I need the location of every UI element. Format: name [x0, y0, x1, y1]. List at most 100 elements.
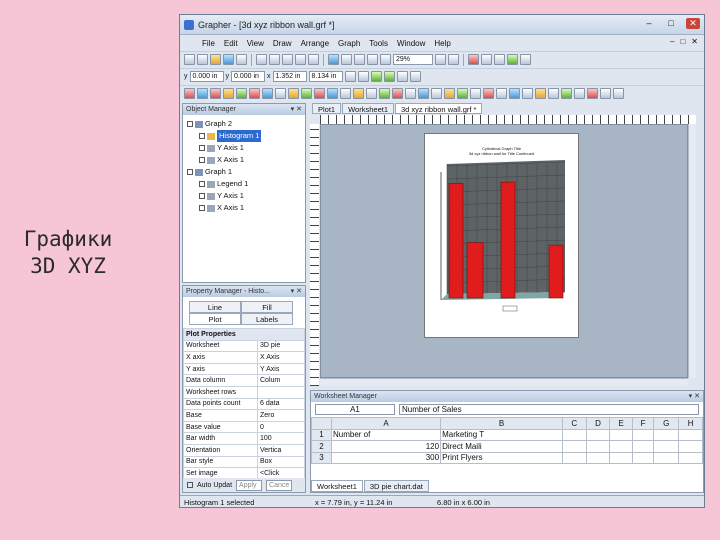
- radar-icon[interactable]: [392, 88, 403, 99]
- property-manager-close-icon[interactable]: ▾ ✕: [291, 286, 302, 297]
- property-row[interactable]: Worksheet 3D pie: [183, 339, 305, 353]
- grid-icon[interactable]: [481, 54, 492, 65]
- symbol-icon[interactable]: [574, 88, 585, 99]
- worksheet-cell[interactable]: Direct Maili: [440, 440, 563, 453]
- menu-arrange[interactable]: Arrange: [301, 39, 329, 48]
- property-value[interactable]: Zero: [257, 409, 305, 422]
- worksheet-cell[interactable]: [561, 440, 587, 453]
- tree-item[interactable]: Histogram 1: [187, 130, 301, 142]
- worksheet-cell[interactable]: [631, 428, 655, 441]
- worksheet-cell[interactable]: [585, 440, 611, 453]
- polar-plot-icon[interactable]: [262, 88, 273, 99]
- column-header[interactable]: A: [330, 417, 442, 430]
- property-row[interactable]: Data points count 6 data: [183, 397, 305, 411]
- redraw-icon[interactable]: [448, 54, 459, 65]
- tab-line[interactable]: Line: [189, 301, 241, 313]
- tree-item[interactable]: Graph 2: [187, 118, 301, 130]
- visibility-checkbox[interactable]: [187, 169, 193, 175]
- visibility-checkbox[interactable]: [187, 121, 193, 127]
- property-value[interactable]: Vertica: [257, 443, 305, 457]
- pie-chart-icon[interactable]: [249, 88, 260, 99]
- mdi-minimize-button[interactable]: –: [670, 37, 674, 46]
- worksheet-cell[interactable]: [678, 428, 703, 441]
- sheet-tab-pie-chart[interactable]: 3D pie chart.dat: [363, 480, 429, 492]
- 3d-bar-icon[interactable]: [314, 88, 325, 99]
- property-row[interactable]: Base Zero: [183, 409, 305, 422]
- worksheet-cell[interactable]: [561, 428, 587, 441]
- column-header[interactable]: F: [631, 417, 655, 430]
- property-value[interactable]: 6 data: [257, 397, 305, 411]
- worksheet-cell[interactable]: Number of: [330, 428, 442, 441]
- width-field[interactable]: 1.352 in: [272, 71, 307, 82]
- maximize-button[interactable]: □: [664, 18, 678, 29]
- visibility-checkbox[interactable]: [199, 205, 205, 211]
- property-row[interactable]: Y axis Y Axis: [183, 362, 305, 376]
- shape-icon[interactable]: [561, 88, 572, 99]
- tab-labels[interactable]: Labels: [241, 313, 293, 325]
- worksheet-cell[interactable]: [631, 440, 655, 453]
- tree-item[interactable]: Y Axis 1: [187, 142, 301, 154]
- polyline-icon[interactable]: [548, 88, 559, 99]
- text-icon[interactable]: [535, 88, 546, 99]
- save-icon[interactable]: [223, 54, 234, 65]
- property-value[interactable]: 0: [257, 420, 305, 434]
- plot-canvas[interactable]: Cylindrical Graph Title 3d xyz ribbon wa…: [320, 124, 688, 378]
- cut-icon[interactable]: [256, 54, 267, 65]
- grid-corner[interactable]: [311, 417, 332, 430]
- menu-file[interactable]: File: [202, 39, 215, 48]
- visibility-checkbox[interactable]: [199, 133, 205, 139]
- zoom-out-icon[interactable]: [354, 54, 365, 65]
- menu-draw[interactable]: Draw: [273, 39, 292, 48]
- object-manager-close-icon[interactable]: ▾ ✕: [291, 104, 302, 115]
- menu-view[interactable]: View: [247, 39, 264, 48]
- align-icon[interactable]: [600, 88, 611, 99]
- property-row[interactable]: Data column Colum: [183, 374, 305, 387]
- row-header[interactable]: 3: [311, 451, 332, 464]
- property-row[interactable]: Bar width 100: [183, 432, 305, 445]
- copy-icon[interactable]: [269, 54, 280, 65]
- property-row[interactable]: Base value 0: [183, 420, 305, 434]
- apply-button[interactable]: Apply: [236, 479, 263, 491]
- surface-icon[interactable]: [301, 88, 312, 99]
- fit-curve-icon[interactable]: [470, 88, 481, 99]
- property-value[interactable]: X Axis: [257, 351, 305, 364]
- cell-value-field[interactable]: Number of Sales: [399, 404, 699, 415]
- legend-icon[interactable]: [483, 88, 494, 99]
- worksheet-cell[interactable]: [653, 440, 680, 453]
- tree-item[interactable]: Graph 1: [187, 166, 301, 178]
- menu-edit[interactable]: Edit: [224, 39, 238, 48]
- column-header[interactable]: H: [678, 417, 703, 430]
- property-row[interactable]: X axis X Axis: [183, 351, 305, 364]
- tree-item[interactable]: Y Axis 1: [187, 190, 301, 202]
- menu-help[interactable]: Help: [434, 39, 450, 48]
- doc-tab-plot1[interactable]: Plot1: [312, 103, 342, 114]
- zoom-page-icon[interactable]: [367, 54, 378, 65]
- doc-tab-worksheet1[interactable]: Worksheet1: [342, 103, 394, 114]
- vector-icon[interactable]: [379, 88, 390, 99]
- menu-window[interactable]: Window: [397, 39, 425, 48]
- worksheet-cell[interactable]: [609, 451, 633, 464]
- snap-icon[interactable]: [494, 54, 505, 65]
- height-field[interactable]: 8.134 in: [308, 71, 343, 82]
- worksheet-cell[interactable]: [631, 451, 655, 464]
- x-position-field[interactable]: 0.000 in: [189, 71, 224, 82]
- digitize-icon[interactable]: [522, 88, 533, 99]
- column-header[interactable]: E: [609, 417, 633, 430]
- rose-icon[interactable]: [366, 88, 377, 99]
- tab-plot[interactable]: Plot: [189, 313, 241, 325]
- mdi-restore-button[interactable]: □: [680, 37, 685, 46]
- worksheet-cell[interactable]: 120: [330, 440, 442, 453]
- column-header[interactable]: B: [440, 417, 563, 430]
- worksheet-cell[interactable]: Print Flyers: [440, 451, 563, 464]
- visibility-checkbox[interactable]: [199, 181, 205, 187]
- tab-fill[interactable]: Fill: [241, 301, 293, 313]
- cell-reference-field[interactable]: A1: [315, 404, 395, 415]
- rotate-icon[interactable]: [357, 71, 369, 82]
- line-plot-icon[interactable]: [184, 88, 195, 99]
- visibility-checkbox[interactable]: [199, 157, 205, 163]
- zoom-level-field[interactable]: 29%: [393, 54, 433, 65]
- worksheet-cell[interactable]: [678, 440, 703, 453]
- mdi-close-button[interactable]: ✕: [691, 37, 698, 46]
- worksheet-cell[interactable]: [609, 440, 633, 453]
- menu-graph[interactable]: Graph: [338, 39, 360, 48]
